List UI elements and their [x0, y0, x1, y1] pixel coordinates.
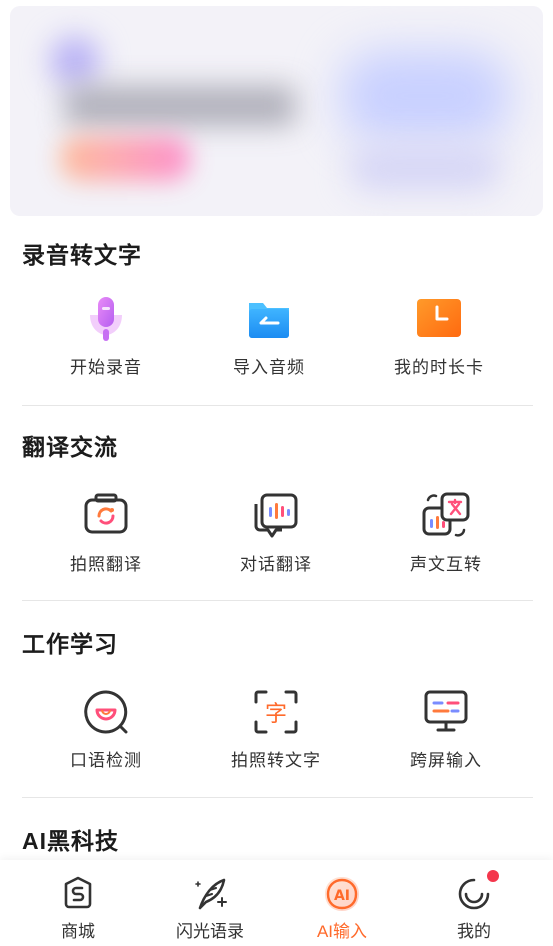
nav-label: 商城	[61, 922, 95, 941]
voice-text-convert-icon	[422, 492, 470, 537]
feather-sparkle-icon	[195, 878, 227, 910]
tile-label: 导入音频	[233, 358, 305, 377]
dialog-translate-icon	[254, 493, 298, 538]
nav-label: 我的	[457, 922, 491, 941]
nav-item-profile[interactable]: 我的	[414, 860, 534, 946]
section-divider	[22, 600, 533, 601]
section-title-translate: 翻译交流	[22, 434, 118, 460]
photo-to-text-icon: 字	[254, 690, 298, 734]
ai-input-icon: AI	[325, 877, 359, 911]
banner-blur-shape	[350, 146, 500, 191]
tile-label: 声文互转	[410, 555, 482, 574]
nav-item-shop[interactable]: 商城	[18, 860, 138, 946]
bottom-nav: 商城 闪光语录 AI AI输入 我的	[0, 860, 553, 946]
nav-label: 闪光语录	[176, 922, 244, 941]
section-divider	[22, 405, 533, 406]
nav-item-ai-input[interactable]: AI AI输入	[282, 860, 402, 946]
tile-label: 我的时长卡	[394, 358, 484, 377]
section-divider	[22, 797, 533, 798]
start-recording-button[interactable]: 开始录音	[26, 295, 186, 378]
cross-screen-icon	[424, 690, 468, 732]
tile-label: 开始录音	[70, 358, 142, 377]
dialog-translate-button[interactable]: 对话翻译	[196, 492, 356, 575]
notification-badge	[487, 870, 499, 882]
section-row-translate: 拍照翻译 对话翻译 声文互转	[0, 492, 553, 592]
banner-blur-shape	[65, 86, 295, 126]
voice-text-convert-button[interactable]: 声文互转	[366, 492, 526, 575]
svg-text:字: 字	[265, 702, 287, 727]
tile-label: 跨屏输入	[410, 751, 482, 770]
section-row-work-study: 口语检测 字 拍照转文字 跨屏输入	[0, 688, 553, 788]
section-title-work-study: 工作学习	[22, 631, 118, 657]
folder-import-icon	[249, 303, 289, 338]
shop-bag-icon	[64, 876, 92, 909]
section-row-recording: 开始录音 导入音频 我的时长卡	[0, 295, 553, 395]
camera-translate-icon	[84, 493, 128, 534]
cross-screen-input-button[interactable]: 跨屏输入	[366, 688, 526, 771]
banner-blur-shape	[60, 136, 190, 181]
my-time-card-button[interactable]: 我的时长卡	[359, 295, 519, 378]
banner-blur-shape	[340, 51, 510, 141]
section-title-recording: 录音转文字	[22, 242, 142, 268]
tile-label: 口语检测	[70, 751, 142, 770]
import-audio-button[interactable]: 导入音频	[189, 295, 349, 378]
speaking-test-button[interactable]: 口语检测	[26, 688, 186, 771]
photo-translate-button[interactable]: 拍照翻译	[26, 492, 186, 575]
nav-label: AI输入	[316, 922, 368, 941]
nav-item-flash-quotes[interactable]: 闪光语录	[150, 860, 270, 946]
section-title-ai-tech: AI黑科技	[22, 828, 119, 854]
photo-to-text-button[interactable]: 字 拍照转文字	[196, 688, 356, 771]
tile-label: 对话翻译	[240, 555, 312, 574]
microphone-icon	[90, 297, 122, 341]
svg-text:AI: AI	[334, 888, 350, 904]
promo-banner[interactable]	[10, 6, 543, 216]
tile-label: 拍照翻译	[70, 555, 142, 574]
banner-blur-shape	[50, 36, 100, 86]
time-card-icon	[417, 299, 461, 337]
tile-label: 拍照转文字	[231, 751, 321, 770]
speaking-test-icon	[84, 690, 128, 734]
